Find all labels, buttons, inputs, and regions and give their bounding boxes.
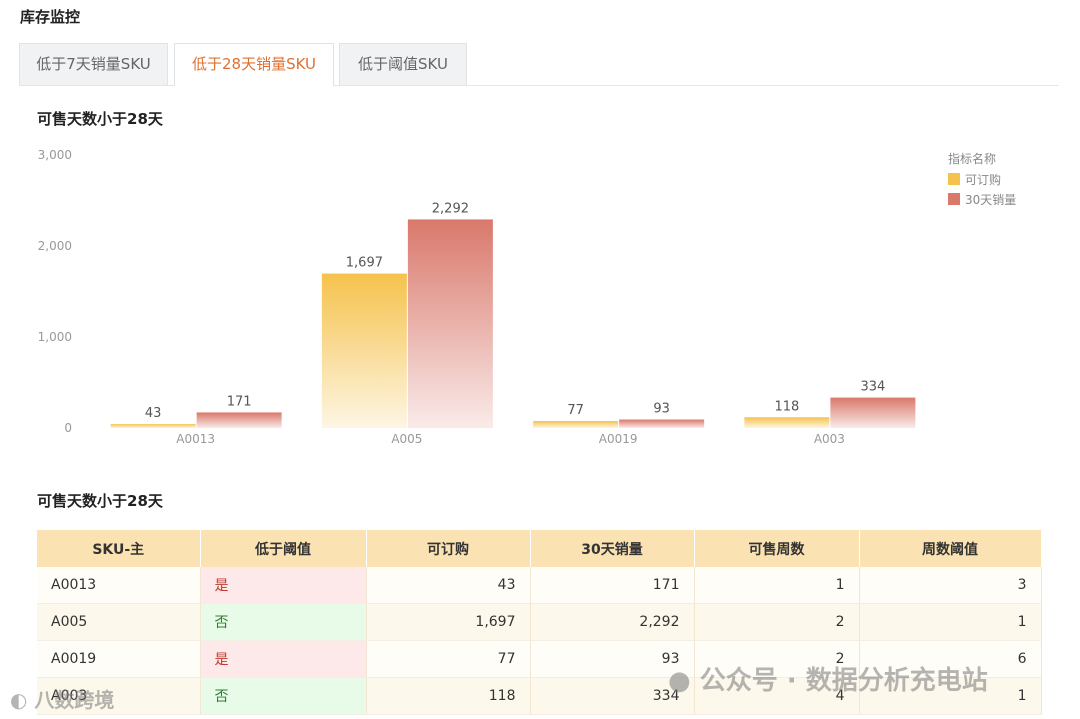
cell-below-threshold: 是: [200, 640, 367, 678]
bar-chart: 0 1,000 2,000 3,000 43 171 A0013 1,697 2,292 A005…: [38, 148, 1017, 446]
bar-30day-sales-A005[interactable]: [407, 219, 493, 428]
bar-data-label: 118: [774, 399, 799, 414]
cell-orderable: 1,697: [366, 603, 531, 641]
x-tick-label: A005: [391, 432, 422, 446]
bar-orderable-A003[interactable]: [744, 417, 830, 428]
x-tick-label: A0019: [599, 432, 638, 446]
bar-data-label: 171: [227, 394, 252, 409]
table-row[interactable]: A005 否 1,697 2,292 2 1: [37, 603, 1042, 641]
bar-data-label: 2,292: [432, 201, 469, 216]
cell-weeks-available: 2: [694, 603, 860, 641]
x-tick-label: A0013: [176, 432, 215, 446]
x-tick-label: A003: [814, 432, 845, 446]
cell-sku: A003: [37, 677, 201, 715]
cell-below-threshold: 否: [200, 603, 367, 641]
cell-sku: A0013: [37, 567, 201, 604]
cell-weeks-threshold: 1: [859, 677, 1042, 715]
table-row[interactable]: A0013 是 43 171 1 3: [37, 567, 1042, 604]
cell-sku: A0019: [37, 640, 201, 678]
tab-bar: 低于7天销量SKU 低于28天销量SKU 低于阈值SKU: [19, 43, 1059, 86]
data-table: SKU-主 低于阈值 可订购 30天销量 可售周数 周数阈值 A0013 是 4…: [37, 530, 1042, 715]
col-header-weeks-available[interactable]: 可售周数: [694, 530, 860, 567]
table-row[interactable]: A003 否 118 334 4 1: [37, 677, 1042, 715]
cell-orderable: 118: [366, 677, 531, 715]
bar-data-label: 334: [860, 380, 885, 395]
cell-below-threshold: 是: [200, 567, 367, 604]
bar-data-label: 1,697: [346, 256, 383, 271]
bar-data-label: 93: [653, 402, 670, 417]
bar-orderable-A0019[interactable]: [533, 420, 619, 428]
tab-below-7-days[interactable]: 低于7天销量SKU: [19, 43, 168, 85]
cell-weeks-threshold: 1: [859, 603, 1042, 641]
col-header-below-threshold[interactable]: 低于阈值: [200, 530, 367, 567]
col-header-30day-sales[interactable]: 30天销量: [530, 530, 695, 567]
cell-30day-sales: 334: [530, 677, 695, 715]
data-table-container: SKU-主 低于阈值 可订购 30天销量 可售周数 周数阈值 A0013 是 4…: [37, 530, 1042, 715]
chart-section-title: 可售天数小于28天: [37, 110, 163, 128]
bar-30day-sales-A0019[interactable]: [619, 419, 705, 428]
cell-weeks-available: 1: [694, 567, 860, 604]
bar-data-label: 43: [145, 406, 162, 421]
legend-item-label[interactable]: 可订购: [965, 172, 1001, 187]
cell-weeks-available: 4: [694, 677, 860, 715]
col-header-weeks-threshold[interactable]: 周数阈值: [859, 530, 1042, 567]
cell-30day-sales: 2,292: [530, 603, 695, 641]
col-header-sku[interactable]: SKU-主: [37, 530, 201, 567]
cell-weeks-threshold: 6: [859, 640, 1042, 678]
legend-swatch[interactable]: [948, 193, 960, 205]
legend-swatch[interactable]: [948, 173, 960, 185]
cell-30day-sales: 93: [530, 640, 695, 678]
y-tick-label: 0: [64, 421, 72, 435]
bar-orderable-A0013[interactable]: [110, 424, 196, 428]
table-row[interactable]: A0019 是 77 93 2 6: [37, 640, 1042, 678]
y-tick-label: 1,000: [38, 330, 72, 344]
cell-orderable: 77: [366, 640, 531, 678]
y-tick-label: 3,000: [38, 148, 72, 162]
legend-title: 指标名称: [948, 151, 996, 166]
col-header-orderable[interactable]: 可订购: [366, 530, 531, 567]
cell-orderable: 43: [366, 567, 531, 604]
table-header-row: SKU-主 低于阈值 可订购 30天销量 可售周数 周数阈值: [37, 530, 1042, 567]
chart-legend: 指标名称可订购 30天销量: [948, 151, 1016, 207]
cell-sku: A005: [37, 603, 201, 641]
bar-orderable-A005[interactable]: [321, 273, 407, 428]
bar-30day-sales-A003[interactable]: [830, 397, 916, 428]
legend-item-label[interactable]: 30天销量: [965, 193, 1016, 207]
bar-30day-sales-A0013[interactable]: [196, 412, 282, 428]
brand-icon: ◐: [10, 688, 28, 712]
tab-below-28-days[interactable]: 低于28天销量SKU: [174, 43, 334, 86]
cell-weeks-threshold: 3: [859, 567, 1042, 604]
page-title: 库存监控: [20, 8, 81, 26]
y-tick-label: 2,000: [38, 239, 72, 253]
bar-data-label: 77: [567, 403, 584, 418]
cell-weeks-available: 2: [694, 640, 860, 678]
table-section-title: 可售天数小于28天: [37, 492, 163, 510]
cell-30day-sales: 171: [530, 567, 695, 604]
cell-below-threshold: 否: [200, 677, 367, 715]
tab-below-threshold[interactable]: 低于阈值SKU: [339, 43, 467, 85]
